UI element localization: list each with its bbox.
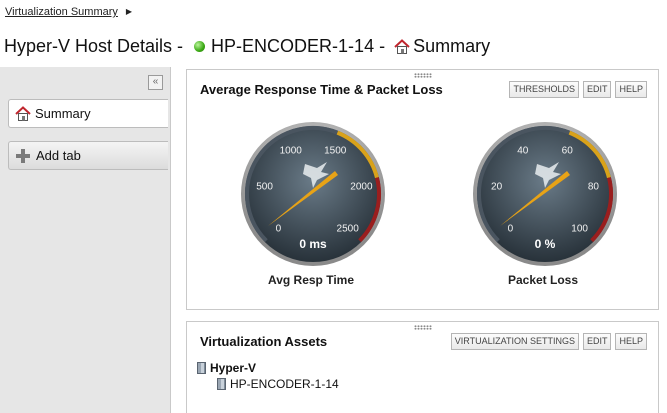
gauge-tick-label: 2500 bbox=[337, 224, 360, 235]
gauge-tick-label: 20 bbox=[491, 181, 503, 192]
gauge-tick-label: 1500 bbox=[324, 145, 347, 156]
tree-node-label: HP-ENCODER-1-14 bbox=[230, 377, 339, 391]
virtualization-settings-button[interactable]: VIRTUALIZATION SETTINGS bbox=[450, 333, 579, 350]
page-title: Hyper-V Host Details - HP-ENCODER-1-14 -… bbox=[4, 36, 490, 57]
gauge-label-avg-resp-time: Avg Resp Time bbox=[267, 273, 355, 287]
add-tab-button[interactable]: Add tab bbox=[8, 141, 168, 170]
gauge-reading: 0 ms bbox=[299, 237, 327, 251]
tree-node-hyperv[interactable]: Hyper-V bbox=[197, 360, 339, 376]
gauge-label-packet-loss: Packet Loss bbox=[507, 273, 579, 287]
caret-right-icon[interactable]: ▶ bbox=[126, 7, 132, 16]
house-icon bbox=[394, 38, 410, 54]
drag-handle-icon[interactable] bbox=[414, 73, 432, 78]
host-name: HP-ENCODER-1-14 bbox=[211, 36, 375, 56]
thresholds-button[interactable]: THRESHOLDS bbox=[509, 81, 579, 98]
panel-title: Virtualization Assets bbox=[200, 334, 328, 349]
server-icon bbox=[217, 378, 226, 390]
virtualization-assets-panel: Virtualization Assets VIRTUALIZATION SET… bbox=[186, 321, 659, 413]
tree-node-host[interactable]: HP-ENCODER-1-14 bbox=[217, 376, 339, 392]
gauge-tick-label: 0 bbox=[508, 224, 514, 235]
gauge-tick-label: 0 bbox=[276, 224, 282, 235]
drag-handle-icon[interactable] bbox=[414, 325, 432, 330]
gauge-tick-label: 80 bbox=[588, 181, 600, 192]
panel-title: Average Response Time & Packet Loss bbox=[200, 82, 443, 97]
edit-button[interactable]: EDIT bbox=[582, 333, 612, 350]
asset-tree: Hyper-V HP-ENCODER-1-14 bbox=[197, 360, 339, 392]
gauge-reading: 0 % bbox=[535, 237, 556, 251]
view-name: Summary bbox=[413, 36, 491, 56]
gauge-tick-label: 100 bbox=[571, 224, 588, 235]
tree-node-label: Hyper-V bbox=[210, 361, 257, 375]
help-button[interactable]: HELP bbox=[615, 81, 647, 98]
edit-button[interactable]: EDIT bbox=[582, 81, 612, 98]
gauge-tick-label: 40 bbox=[517, 145, 529, 156]
server-cluster-icon bbox=[197, 362, 206, 374]
add-tab-label: Add tab bbox=[36, 148, 81, 163]
title-separator: - bbox=[374, 36, 391, 56]
collapse-sidebar-button[interactable]: « bbox=[148, 75, 163, 90]
house-icon bbox=[15, 105, 31, 121]
tab-summary[interactable]: Summary bbox=[8, 99, 168, 128]
title-prefix: Hyper-V Host Details - bbox=[4, 36, 189, 56]
response-time-packet-loss-panel: Average Response Time & Packet Loss THRE… bbox=[186, 69, 659, 310]
breadcrumb-link-virtualization-summary[interactable]: Virtualization Summary bbox=[5, 6, 118, 18]
status-up-icon bbox=[194, 41, 206, 52]
help-button[interactable]: HELP bbox=[615, 333, 647, 350]
avg-resp-time-gauge: 0 500 1000 1500 2000 2500 0 ms bbox=[241, 122, 385, 266]
tab-summary-label: Summary bbox=[35, 106, 91, 121]
gauge-tick-label: 60 bbox=[562, 145, 574, 156]
packet-loss-gauge: 0 20 40 60 80 100 0 % bbox=[473, 122, 617, 266]
plus-icon bbox=[16, 148, 30, 163]
gauge-tick-label: 2000 bbox=[350, 181, 373, 192]
gauge-tick-label: 500 bbox=[256, 181, 273, 192]
gauge-tick-label: 1000 bbox=[280, 145, 303, 156]
sidebar: « Summary Add tab bbox=[0, 67, 171, 413]
breadcrumb: Virtualization Summary ▶ bbox=[5, 6, 132, 18]
